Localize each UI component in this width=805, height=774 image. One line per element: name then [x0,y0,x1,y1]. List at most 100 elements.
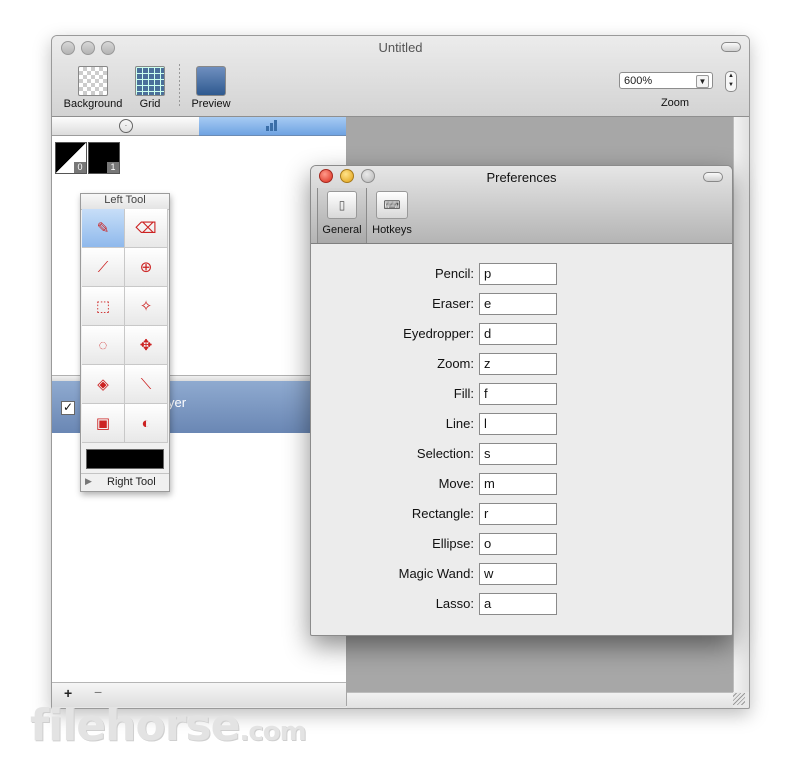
main-titlebar: Untitled Background Grid Preview 600% ▼ … [52,36,749,117]
hotkey-input[interactable]: r [479,503,557,525]
hotkey-row: Line: l [311,413,732,435]
grid-label: Grid [139,98,161,110]
tool-button-pencil[interactable]: ✎ [82,209,125,248]
tool-button-lasso[interactable]: ◌ [82,326,125,365]
zoom-select[interactable]: 600% ▼ [619,72,713,89]
hotkey-row: Fill: f [311,383,732,405]
line-icon: ⟍ [140,375,152,393]
hotkey-label: Rectangle: [411,506,474,521]
hotkey-row: Rectangle: r [311,503,732,525]
hotkey-row: Magic Wand: w [311,563,732,585]
tool-button-eraser[interactable]: ⌫ [125,209,168,248]
toolbar-toggle-button[interactable] [721,42,741,52]
hotkey-input[interactable]: m [479,473,557,495]
background-button[interactable]: Background [58,66,128,110]
hotkey-label: Fill: [453,386,474,401]
hotkey-input[interactable]: o [479,533,557,555]
hotkey-row: Move: m [311,473,732,495]
hotkey-input[interactable]: p [479,263,557,285]
preferences-window: Preferences ▯ General ⌨ Hotkeys Pencil: p… [310,165,733,636]
hotkey-input[interactable]: a [479,593,557,615]
toolbar-separator [179,64,180,108]
background-label: Background [63,98,123,110]
color-well[interactable] [86,449,164,469]
hotkey-label: Eyedropper: [403,326,474,341]
hotkey-row: Zoom: z [311,353,732,375]
tab-hotkeys[interactable]: ⌨ Hotkeys [367,188,417,243]
preview-button[interactable]: Preview [188,66,234,110]
bar-chart-icon [265,120,279,131]
hotkey-input[interactable]: l [479,413,557,435]
hotkey-input[interactable]: e [479,293,557,315]
hotkey-label: Eraser: [432,296,474,311]
eraser-icon: ⌫ [135,220,157,237]
tool-button-rectangle[interactable]: ▣ [82,404,125,443]
layer-name: yer [168,395,187,410]
filehorse-logo: filehorse.com [30,700,307,751]
hotkey-input[interactable]: s [479,443,557,465]
prefs-toolbar-toggle[interactable] [703,172,723,182]
preview-icon [196,66,226,96]
dropdown-arrow-icon: ▼ [696,75,709,88]
tool-button-line[interactable]: ⟍ [125,365,168,404]
lasso-icon: ◌ [98,336,108,354]
tool-button-magic-wand[interactable]: ✧ [125,287,168,326]
hotkey-row: Ellipse: o [311,533,732,555]
background-icon [78,66,108,96]
tool-button-fill[interactable]: ◈ [82,365,125,404]
zoom-icon: ⊕ [139,259,153,276]
grid-icon [135,66,165,96]
tool-button-zoom[interactable]: ⊕ [125,248,168,287]
fill-icon: ◈ [97,376,109,393]
eyedropper-icon: ⟋ [97,258,109,276]
hotkey-input[interactable]: d [479,323,557,345]
zoom-stepper[interactable]: ▲ ▼ [725,71,737,92]
preview-label: Preview [191,98,231,110]
grid-button[interactable]: Grid [130,66,170,110]
palette-footer[interactable]: ▶ Right Tool [81,473,169,492]
tab-general[interactable]: ▯ General [317,188,367,243]
resize-grip-icon[interactable] [733,693,745,705]
hotkey-input[interactable]: z [479,353,557,375]
hotkey-input[interactable]: w [479,563,557,585]
clock-icon: · [119,119,133,133]
hotkey-label: Magic Wand: [398,566,474,581]
tool-button-eyedropper[interactable]: ⟋ [82,248,125,287]
hotkey-row: Selection: s [311,443,732,465]
disclosure-triangle-icon: ▶ [85,476,92,486]
hotkey-label: Ellipse: [432,536,474,551]
swatch-badge: 0 [74,162,86,173]
zoom-label: Zoom [660,97,690,109]
hotkey-row: Eyedropper: d [311,323,732,345]
rectangle-icon: ▣ [95,415,111,432]
tool-palette: Left Tool ✎ ⌫ ⟋ ⊕ ⬚ ✧ ◌ ✥ ◈ ⟍ ▣ ◐ ▶ Right Tool [80,193,170,492]
hotkey-label: Pencil: [434,266,474,281]
hotkey-label: Lasso: [435,596,474,611]
tool-button-ellipse[interactable]: ◐ [125,404,168,443]
hotkey-row: Eraser: e [311,293,732,315]
pencil-icon: ✎ [96,220,110,237]
window-title: Untitled [378,40,423,55]
right-tool-label: Right Tool [107,476,156,488]
magic-wand-icon: ✧ [139,298,153,315]
tool-button-move[interactable]: ✥ [125,326,168,365]
tool-grid: ✎ ⌫ ⟋ ⊕ ⬚ ✧ ◌ ✥ ◈ ⟍ ▣ ◐ [82,209,168,443]
switch-icon: ▯ [327,191,357,219]
prefs-title: Preferences [486,170,557,185]
add-layer-button[interactable]: + [64,685,72,701]
preferences-toolbar: Preferences ▯ General ⌨ Hotkeys [311,166,732,244]
history-tab[interactable]: · [52,117,199,136]
hotkey-input[interactable]: f [479,383,557,405]
color-swatch-0[interactable]: 0 [55,142,87,174]
levels-tab[interactable] [199,117,346,136]
zoom-value: 600% [624,75,653,87]
layer-visible-checkbox[interactable]: ✓ [61,401,75,415]
horizontal-scrollbar[interactable] [347,692,733,708]
watermark-brand: filehorse [30,700,240,751]
watermark-suffix: .com [239,717,306,747]
color-swatch-1[interactable]: 1 [88,142,120,174]
tool-button-selection[interactable]: ⬚ [82,287,125,326]
vertical-scrollbar[interactable] [733,117,749,692]
remove-layer-button[interactable]: − [94,684,102,700]
hotkey-label: Line: [445,416,474,431]
